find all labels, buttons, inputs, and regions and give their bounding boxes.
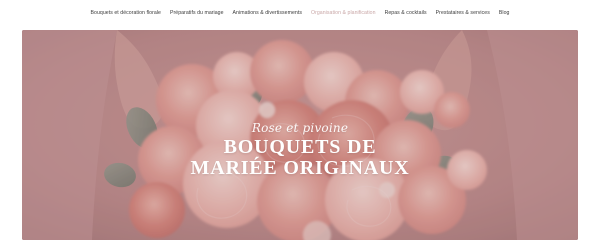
nav-item-bouquets[interactable]: Bouquets et décoration florale [91, 11, 161, 16]
nav-item-organisation[interactable]: Organisation & planification [311, 11, 376, 16]
hero-banner: Rose et pivoine BOUQUETS DE MARIÉE ORIGI… [22, 30, 578, 240]
nav-item-preparatifs[interactable]: Préparatifs du mariage [170, 11, 224, 16]
nav-item-repas[interactable]: Repas & cocktails [385, 11, 427, 16]
top-navigation: Bouquets et décoration florale Préparati… [0, 0, 600, 30]
hero-kicker: Rose et pivoine [251, 121, 349, 135]
hero-title-line-1: BOUQUETS DE [223, 136, 377, 159]
nav-item-animations[interactable]: Animations & divertissements [233, 11, 302, 16]
page: Bouquets et décoration florale Préparati… [0, 0, 600, 240]
nav-item-blog[interactable]: Blog [499, 11, 510, 16]
hero-title: BOUQUETS DE MARIÉE ORIGINAUX [22, 137, 578, 179]
nav-list: Bouquets et décoration florale Préparati… [91, 11, 510, 16]
hero-text: Rose et pivoine BOUQUETS DE MARIÉE ORIGI… [22, 121, 578, 179]
nav-item-prestataires[interactable]: Prestataires & services [436, 11, 490, 16]
hero-title-line-2: MARIÉE ORIGINAUX [190, 157, 410, 180]
